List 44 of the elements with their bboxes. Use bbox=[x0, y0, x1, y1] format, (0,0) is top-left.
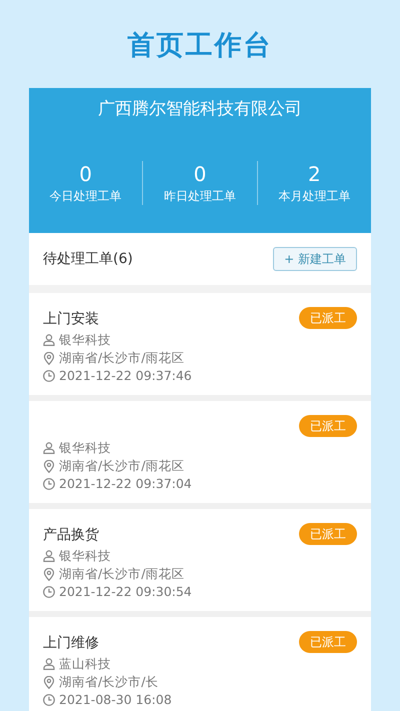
stat-value: 0 bbox=[78, 160, 94, 186]
location-pin-icon bbox=[43, 460, 55, 472]
location-pin-icon bbox=[43, 568, 55, 580]
company-name: 广西腾尔智能科技有限公司 bbox=[97, 98, 303, 121]
customer-name: 银华科技 bbox=[59, 330, 111, 349]
order-card[interactable]: 上门维修 已派工 蓝山科技 湖南省/长沙市/长 2021-08-30 16:08 bbox=[29, 617, 371, 711]
customer-name: 银华科技 bbox=[59, 438, 111, 457]
status-badge: 已派工 bbox=[299, 631, 357, 653]
person-icon bbox=[43, 550, 55, 562]
order-time: 2021-12-22 09:30:54 bbox=[59, 582, 192, 601]
stat-value: 0 bbox=[192, 160, 208, 186]
address-text: 湖南省/长沙市/雨花区 bbox=[59, 456, 184, 475]
order-time: 2021-12-22 09:37:04 bbox=[59, 474, 192, 493]
pending-title: 待处理工单(6) bbox=[43, 250, 133, 268]
status-badge: 已派工 bbox=[299, 523, 357, 545]
stat-label: 今日处理工单 bbox=[48, 188, 123, 204]
person-icon bbox=[43, 442, 55, 454]
clock-icon bbox=[43, 370, 55, 382]
status-badge: 已派工 bbox=[299, 415, 357, 437]
order-card[interactable]: 已派工 银华科技 湖南省/长沙市/雨花区 2021-12-22 09:37:04 bbox=[29, 401, 371, 509]
person-icon bbox=[43, 658, 55, 670]
stat-label: 本月处理工单 bbox=[277, 188, 352, 204]
address-text: 湖南省/长沙市/雨花区 bbox=[59, 564, 184, 583]
order-card[interactable]: 产品换货 已派工 银华科技 湖南省/长沙市/雨花区 2021-12-22 09:30:54 bbox=[29, 509, 371, 617]
clock-icon bbox=[43, 586, 55, 598]
clock-icon bbox=[43, 478, 55, 490]
address-text: 湖南省/长沙市/长 bbox=[59, 672, 158, 691]
customer-name: 银华科技 bbox=[59, 546, 111, 565]
order-card[interactable]: 上门安装 已派工 银华科技 湖南省/长沙市/雨花区 2021-12-22 09:37:46 bbox=[29, 293, 371, 401]
order-title: 产品换货 bbox=[43, 527, 99, 543]
order-time: 2021-08-30 16:08 bbox=[59, 690, 172, 709]
page-title: 首页工作台 bbox=[126, 29, 274, 63]
stat-value: 2 bbox=[306, 160, 322, 186]
location-pin-icon bbox=[43, 676, 55, 688]
order-title: 上门维修 bbox=[43, 635, 99, 651]
person-icon bbox=[43, 334, 55, 346]
order-time: 2021-12-22 09:37:46 bbox=[59, 366, 192, 385]
clock-icon bbox=[43, 694, 55, 706]
customer-name: 蓝山科技 bbox=[59, 654, 111, 673]
location-pin-icon bbox=[43, 352, 55, 364]
stat-label: 昨日处理工单 bbox=[162, 188, 237, 204]
status-badge: 已派工 bbox=[299, 307, 357, 329]
order-title: 上门安装 bbox=[43, 311, 99, 327]
address-text: 湖南省/长沙市/雨花区 bbox=[59, 348, 184, 367]
